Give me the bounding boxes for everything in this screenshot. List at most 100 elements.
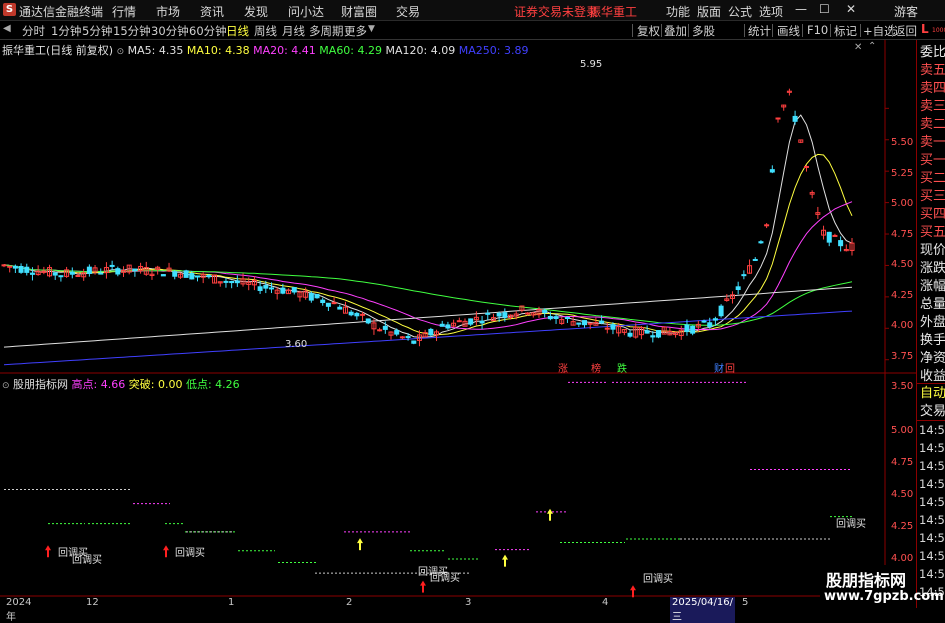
- tool-adjust-button[interactable]: 复权: [637, 23, 660, 39]
- kline-chart[interactable]: [0, 40, 916, 609]
- candle-body: [314, 293, 320, 299]
- period-tab-1min[interactable]: 1分钟: [51, 23, 81, 39]
- menu-item-trade[interactable]: 交易: [396, 3, 420, 20]
- candle-body: [132, 268, 138, 272]
- candle-body: [348, 311, 354, 316]
- level-badge[interactable]: L 1000: [918, 21, 945, 39]
- ma-line-10: [3, 153, 853, 336]
- collapse-arrow-icon[interactable]: ◀: [3, 23, 11, 34]
- tool-back-button[interactable]: 返回: [894, 23, 917, 39]
- candle-body: [172, 271, 178, 277]
- more-dropdown-icon[interactable]: ▼: [368, 24, 375, 34]
- tool-f10-button[interactable]: F10: [807, 23, 828, 37]
- candle-body: [582, 320, 588, 326]
- tick-time: 14:56: [919, 549, 945, 563]
- event-label-list[interactable]: 榜: [591, 360, 601, 375]
- candle-body: [24, 266, 30, 273]
- tab-trade[interactable]: 交易: [920, 404, 945, 419]
- tool-multi-stock-button[interactable]: 多股: [692, 23, 715, 39]
- x-tick: 5: [742, 597, 749, 608]
- menu-item-formula[interactable]: 公式: [728, 3, 752, 20]
- period-tab-15min[interactable]: 15分钟: [113, 23, 151, 39]
- period-tab-30min[interactable]: 30分钟: [151, 23, 189, 39]
- period-tab-intraday[interactable]: 分时: [22, 23, 45, 39]
- period-tab-monthly[interactable]: 月线: [282, 23, 305, 39]
- x-tick-cursor-date: 2025/04/16/三: [670, 597, 736, 623]
- candle-body: [468, 318, 474, 325]
- tool-overlay-button[interactable]: 叠加: [664, 23, 687, 39]
- menu-item-layout[interactable]: 版面: [697, 3, 721, 20]
- candle-body: [832, 234, 838, 237]
- period-tab-daily[interactable]: 日线: [226, 23, 249, 39]
- x-tick: 12: [86, 597, 99, 608]
- current-stock-name: 振华重工: [589, 5, 638, 19]
- tick-time: 14:56: [919, 567, 945, 581]
- period-tab-more[interactable]: 更多: [344, 23, 367, 39]
- signal-label-buy: 回调买: [643, 574, 673, 585]
- quote-side-panel: 委比 卖五 卖四 卖三 卖二 卖一 买一 买二 买三 买四 买五 现价 涨跌 涨…: [916, 40, 945, 608]
- app-logo-icon: S: [3, 3, 16, 16]
- maximize-icon[interactable]: ☐: [819, 2, 830, 16]
- candle-body: [712, 318, 718, 321]
- trade-login-status[interactable]: 证券交易未登录: [514, 3, 598, 20]
- menu-item-function[interactable]: 功能: [666, 3, 690, 20]
- menu-item-news[interactable]: 资讯: [200, 3, 224, 20]
- tick-time: 14:56: [919, 423, 945, 437]
- panel-item: 换手: [920, 333, 945, 348]
- event-label-return[interactable]: 回: [725, 360, 735, 375]
- menu-item-ask[interactable]: 问小达: [288, 3, 324, 20]
- y-tick: 4.25: [891, 521, 914, 532]
- candle-body: [354, 312, 360, 317]
- tool-statistics-button[interactable]: 统计: [748, 23, 771, 39]
- menu-item-market[interactable]: 市场: [156, 3, 180, 20]
- candle-body: [69, 271, 75, 275]
- tab-auto[interactable]: 自动: [920, 386, 945, 401]
- y-tick: 5.00: [891, 425, 914, 436]
- tick-time: 14:56: [919, 513, 945, 527]
- candle-body: [599, 320, 605, 324]
- y-tick: 5.00: [891, 198, 914, 209]
- y-tick: 4.75: [891, 229, 914, 240]
- panel-item: 卖四: [920, 81, 945, 96]
- tick-time: 14:56: [919, 495, 945, 509]
- panel-item: 买五: [920, 225, 945, 240]
- minimize-icon[interactable]: —: [795, 2, 807, 16]
- candle-body: [189, 273, 195, 280]
- candle-body: [838, 240, 844, 247]
- menu-item-quotes[interactable]: 行情: [112, 3, 136, 20]
- candle-body: [741, 274, 747, 277]
- tool-draw-button[interactable]: 画线: [777, 23, 800, 39]
- tick-time: 14:56: [919, 441, 945, 455]
- menu-item-options[interactable]: 选项: [759, 3, 783, 20]
- period-tab-5min[interactable]: 5分钟: [82, 23, 112, 39]
- candle-body: [445, 324, 451, 329]
- period-toolbar: ◀ 分时 1分钟 5分钟 15分钟 30分钟 60分钟 日线 周线 月线 多周期…: [0, 21, 945, 40]
- event-label-limit-down[interactable]: 跌: [617, 360, 627, 375]
- event-label-limit-up[interactable]: 涨: [558, 360, 568, 375]
- candle-body: [308, 293, 314, 301]
- y-tick: 3.75: [891, 351, 914, 362]
- menu-item-discover[interactable]: 发现: [244, 3, 268, 20]
- high-price-label: 5.95: [580, 59, 603, 70]
- period-tab-weekly[interactable]: 周线: [254, 23, 277, 39]
- candle-body: [701, 320, 707, 323]
- tool-add-watchlist-button[interactable]: +自选: [863, 23, 896, 39]
- candle-body: [377, 329, 383, 332]
- panel-item: 卖五: [920, 63, 945, 78]
- candle-body: [627, 332, 633, 337]
- event-label-finance[interactable]: 财: [714, 360, 724, 375]
- candle-body: [257, 286, 263, 291]
- period-tab-60min[interactable]: 60分钟: [189, 23, 227, 39]
- candle-body: [52, 272, 58, 276]
- candle-body: [183, 270, 189, 278]
- candle-body: [456, 320, 462, 323]
- tick-time: 14:56: [919, 477, 945, 491]
- guest-user[interactable]: 游客: [894, 3, 918, 20]
- panel-item: 卖一: [920, 135, 945, 150]
- period-tab-multi[interactable]: 多周期: [309, 23, 344, 39]
- candle-body: [803, 165, 809, 168]
- menu-item-wealth[interactable]: 财富圈: [341, 3, 377, 20]
- tool-mark-button[interactable]: 标记: [834, 23, 857, 39]
- candle-body: [7, 265, 13, 268]
- close-icon[interactable]: ✕: [846, 2, 856, 16]
